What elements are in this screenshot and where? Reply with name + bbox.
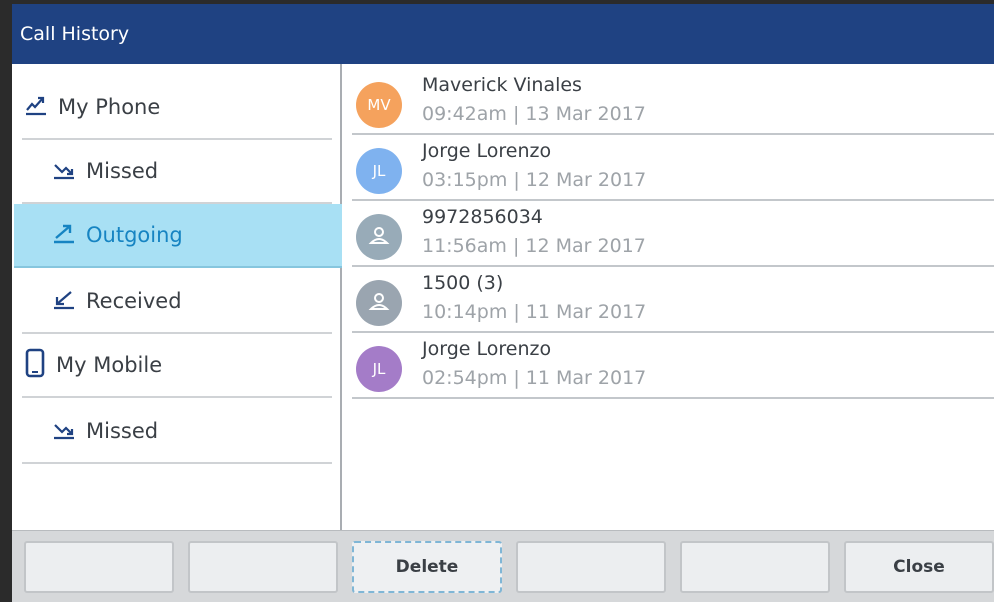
avatar: MV [356,82,402,128]
softkey-bar: Delete Close [12,530,994,602]
avatar [356,280,402,326]
received-call-icon [52,288,76,315]
softkey-1[interactable] [24,541,174,593]
sidebar-item-mobile-missed[interactable]: Missed [22,400,332,464]
delete-button[interactable]: Delete [352,541,502,593]
call-timestamp: 10:14pm | 11 Mar 2017 [422,301,647,323]
missed-call-icon [52,418,76,445]
caller-name: Maverick Vinales [422,74,582,96]
sidebar-item-label: Missed [86,159,159,183]
list-item[interactable]: JL Jorge Lorenzo 03:15pm | 12 Mar 2017 [352,136,994,201]
call-list: MV Maverick Vinales 09:42am | 13 Mar 201… [342,64,994,530]
missed-call-icon [52,158,76,185]
avatar [356,214,402,260]
sidebar-item-label: My Mobile [56,353,163,377]
handset-icon [24,94,48,121]
sidebar-item-label: Missed [86,419,159,443]
sidebar-item-label: Received [86,289,182,313]
call-timestamp: 09:42am | 13 Mar 2017 [422,103,646,125]
list-item[interactable]: MV Maverick Vinales 09:42am | 13 Mar 201… [352,70,994,135]
softkey-5[interactable] [680,541,830,593]
mobile-phone-icon [24,348,46,383]
caller-name: 1500 (3) [422,272,504,294]
avatar: JL [356,148,402,194]
caller-name: Jorge Lorenzo [422,140,552,162]
softkey-2[interactable] [188,541,338,593]
caller-name: 9972856034 [422,206,543,228]
call-timestamp: 11:56am | 12 Mar 2017 [422,235,646,257]
softkey-4[interactable] [516,541,666,593]
list-item[interactable]: 9972856034 11:56am | 12 Mar 2017 [352,202,994,267]
list-item[interactable]: JL Jorge Lorenzo 02:54pm | 11 Mar 2017 [352,334,994,399]
call-history-screen: Call History My Phone Missed Outgoing Re… [12,4,994,602]
sidebar-item-my-phone[interactable]: My Phone [22,76,332,140]
sidebar-item-my-mobile[interactable]: My Mobile [22,334,332,398]
sidebar-item-label: My Phone [58,95,161,119]
list-item[interactable]: 1500 (3) 10:14pm | 11 Mar 2017 [352,268,994,333]
caller-name: Jorge Lorenzo [422,338,552,360]
close-button[interactable]: Close [844,541,994,593]
contact-icon [368,290,390,316]
outgoing-call-icon [52,222,76,249]
sidebar-item-outgoing[interactable]: Outgoing [14,204,342,268]
contact-icon [368,224,390,250]
avatar: JL [356,346,402,392]
sidebar-item-received[interactable]: Received [22,270,332,334]
sidebar-item-label: Outgoing [86,223,183,247]
page-title: Call History [12,4,994,64]
sidebar: My Phone Missed Outgoing Received My Mob… [12,64,342,530]
call-timestamp: 02:54pm | 11 Mar 2017 [422,367,647,389]
call-timestamp: 03:15pm | 12 Mar 2017 [422,169,647,191]
sidebar-item-missed[interactable]: Missed [22,140,332,204]
